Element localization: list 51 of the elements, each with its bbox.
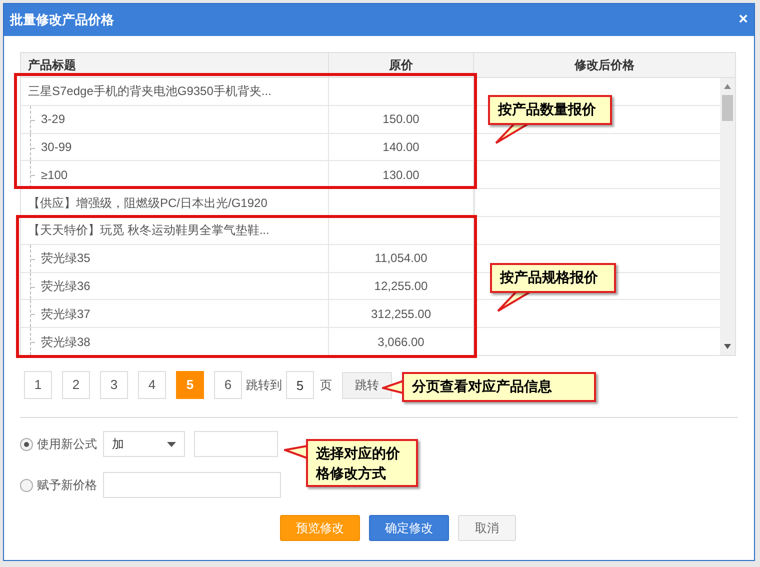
scroll-thumb[interactable] (722, 95, 733, 121)
callout-pointer (497, 291, 531, 312)
page-input[interactable]: 5 (286, 371, 314, 399)
table-cell: 荧光绿36 (21, 272, 329, 300)
formula-value-field[interactable] (194, 431, 278, 457)
option-label: 使用新公式 (37, 436, 97, 453)
confirm-button[interactable]: 确定修改 (369, 515, 449, 541)
table-cell: 三星S7edge手机的背夹电池G9350手机背夹... (21, 78, 329, 105)
table-cell: 11,054.00 (329, 244, 474, 272)
column-header: 修改后价格 (573, 57, 636, 74)
table-cell: 【供应】增强级，阻燃级PC/日本出光/G1920 (21, 189, 329, 216)
column-header: 原价 (329, 53, 474, 77)
operator-select[interactable]: 加 (103, 431, 185, 457)
page-button[interactable]: 4 (138, 371, 166, 399)
page-button[interactable]: 6 (214, 371, 242, 399)
jump-label: 跳转到 (246, 377, 282, 394)
page-button[interactable]: 3 (100, 371, 128, 399)
table-cell: 【天天特价】玩觅 秋冬运动鞋男全掌气垫鞋... (21, 216, 329, 244)
table-cell: 3,066.00 (329, 328, 474, 355)
cancel-button[interactable]: 取消 (458, 515, 516, 541)
column-header: 产品标题 (21, 53, 329, 77)
new-price-field[interactable] (103, 472, 281, 498)
jump-button[interactable]: 跳转 (342, 372, 392, 398)
table-cell: 12,255.00 (329, 272, 474, 300)
window-title: 批量修改产品价格 (10, 11, 114, 30)
table-cell: 荧光绿35 (21, 244, 329, 272)
table-cell: 150.00 (329, 106, 474, 133)
table-cell: ≥100 (21, 161, 329, 188)
option-label: 赋予新价格 (37, 477, 97, 494)
caret-icon (167, 442, 176, 446)
table-cell: 荧光绿37 (21, 300, 329, 328)
radio-button[interactable] (20, 438, 33, 450)
callout-pointer (495, 123, 529, 144)
table-cell: 130.00 (329, 161, 474, 188)
page-unit: 页 (320, 377, 332, 394)
page-button[interactable]: 1 (24, 371, 52, 399)
table-cell: 3-29 (21, 106, 329, 133)
callout-pointer (382, 380, 404, 394)
callout: 选择对应的价格修改方式 (306, 439, 418, 487)
callout-pointer (284, 445, 308, 459)
radio-button[interactable] (20, 478, 33, 492)
table-cell: 140.00 (329, 134, 474, 160)
page-button[interactable]: 2 (62, 371, 90, 399)
table-cell: 30-99 (21, 134, 329, 160)
table-cell: 荧光绿38 (21, 328, 329, 355)
scrollbar[interactable] (720, 78, 735, 355)
table-cell: 312,255.00 (329, 300, 474, 328)
callout: 分页查看对应产品信息 (402, 372, 596, 402)
scroll-down-icon[interactable] (724, 344, 731, 349)
close-button[interactable]: × (738, 12, 748, 28)
scroll-up-icon[interactable] (724, 84, 731, 89)
